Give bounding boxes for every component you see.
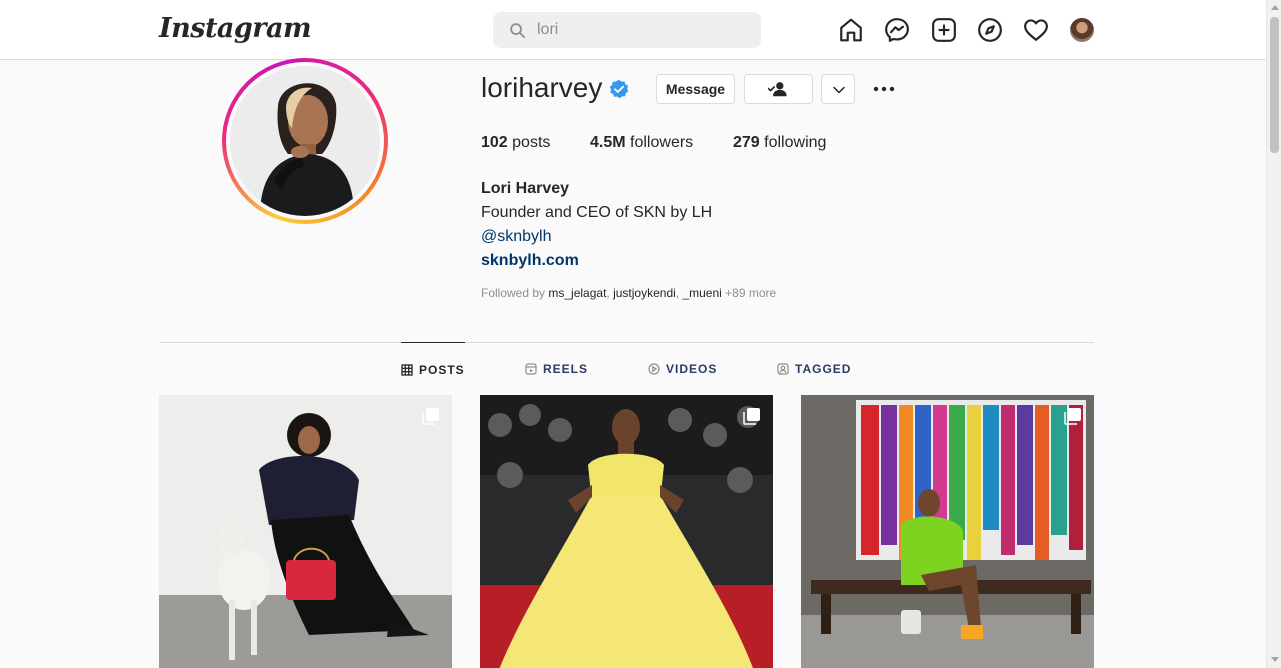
followed-by-prefix: Followed by	[481, 286, 549, 300]
posts-count-label: posts	[512, 134, 551, 151]
followers-count-value: 4.5M	[590, 134, 626, 151]
tab-reels-label: REELS	[543, 362, 589, 376]
profile-username: loriharvey	[481, 72, 603, 103]
profile-bio: Founder and CEO of SKN by LH	[481, 204, 713, 221]
following-count-value: 279	[733, 134, 760, 151]
search-box[interactable]	[493, 12, 761, 48]
new-post-icon[interactable]	[931, 17, 957, 43]
followers-link[interactable]: 4.5M followers	[590, 134, 693, 152]
profile-website-link[interactable]: sknbylh.com	[481, 252, 579, 270]
post-photo	[480, 395, 773, 668]
followed-by-user[interactable]: _mueni	[682, 286, 721, 300]
top-navigation-bar: Instagram	[0, 0, 1266, 60]
bio-mention-link[interactable]: @sknbylh	[481, 228, 552, 246]
posts-count-value: 102	[481, 134, 508, 151]
carousel-icon	[1064, 408, 1081, 425]
grid-icon	[401, 364, 413, 376]
following-count-label: following	[764, 134, 827, 151]
more-dots-icon	[873, 86, 895, 92]
followed-by-text[interactable]: Followed by ms_jelagat, justjoykendi, _m…	[481, 286, 776, 300]
post-thumbnail[interactable]	[480, 395, 773, 668]
activity-heart-icon[interactable]	[1023, 17, 1049, 43]
followed-by-more[interactable]: +89 more	[725, 286, 776, 300]
following-link[interactable]: 279 following	[733, 134, 826, 152]
tabs-divider	[159, 342, 1094, 343]
followers-count-label: followers	[630, 134, 694, 151]
profile-picture[interactable]	[230, 66, 380, 216]
followed-by-user[interactable]: justjoykendi	[613, 286, 676, 300]
scroll-down-arrow-icon[interactable]	[1271, 657, 1279, 662]
search-icon	[510, 23, 526, 39]
chevron-down-icon	[833, 86, 845, 94]
page-scrollbar[interactable]	[1266, 0, 1281, 668]
story-ring[interactable]	[222, 58, 388, 224]
carousel-icon	[422, 408, 439, 425]
explore-icon[interactable]	[977, 17, 1003, 43]
instagram-logo[interactable]: Instagram	[159, 13, 312, 44]
profile-avatar[interactable]	[1070, 18, 1094, 42]
reels-icon	[525, 363, 537, 375]
person-check-icon	[768, 82, 787, 97]
more-options-button[interactable]	[871, 77, 897, 101]
tab-posts[interactable]: POSTS	[401, 342, 465, 394]
tab-tagged-label: TAGGED	[795, 362, 852, 376]
home-icon[interactable]	[838, 17, 864, 43]
scrollbar-thumb[interactable]	[1270, 17, 1279, 153]
message-button[interactable]: Message	[656, 74, 735, 104]
following-button[interactable]	[744, 74, 813, 104]
posts-count: 102 posts	[481, 134, 550, 152]
profile-full-name: Lori Harvey	[481, 180, 570, 197]
tagged-icon	[777, 363, 789, 375]
profile-photo	[230, 66, 380, 216]
search-input[interactable]	[537, 12, 747, 48]
verified-badge-icon	[609, 79, 629, 99]
carousel-icon	[743, 408, 760, 425]
video-icon	[648, 363, 660, 375]
tab-posts-label: POSTS	[419, 363, 465, 377]
post-thumbnail[interactable]	[159, 395, 452, 668]
tab-videos-label: VIDEOS	[666, 362, 718, 376]
post-thumbnail[interactable]	[801, 395, 1094, 668]
post-photo	[801, 395, 1094, 668]
messenger-icon[interactable]	[884, 17, 910, 43]
followed-by-user[interactable]: ms_jelagat	[548, 286, 606, 300]
post-photo	[159, 395, 452, 668]
scroll-up-arrow-icon[interactable]	[1271, 5, 1279, 10]
suggested-dropdown-button[interactable]	[821, 74, 855, 104]
